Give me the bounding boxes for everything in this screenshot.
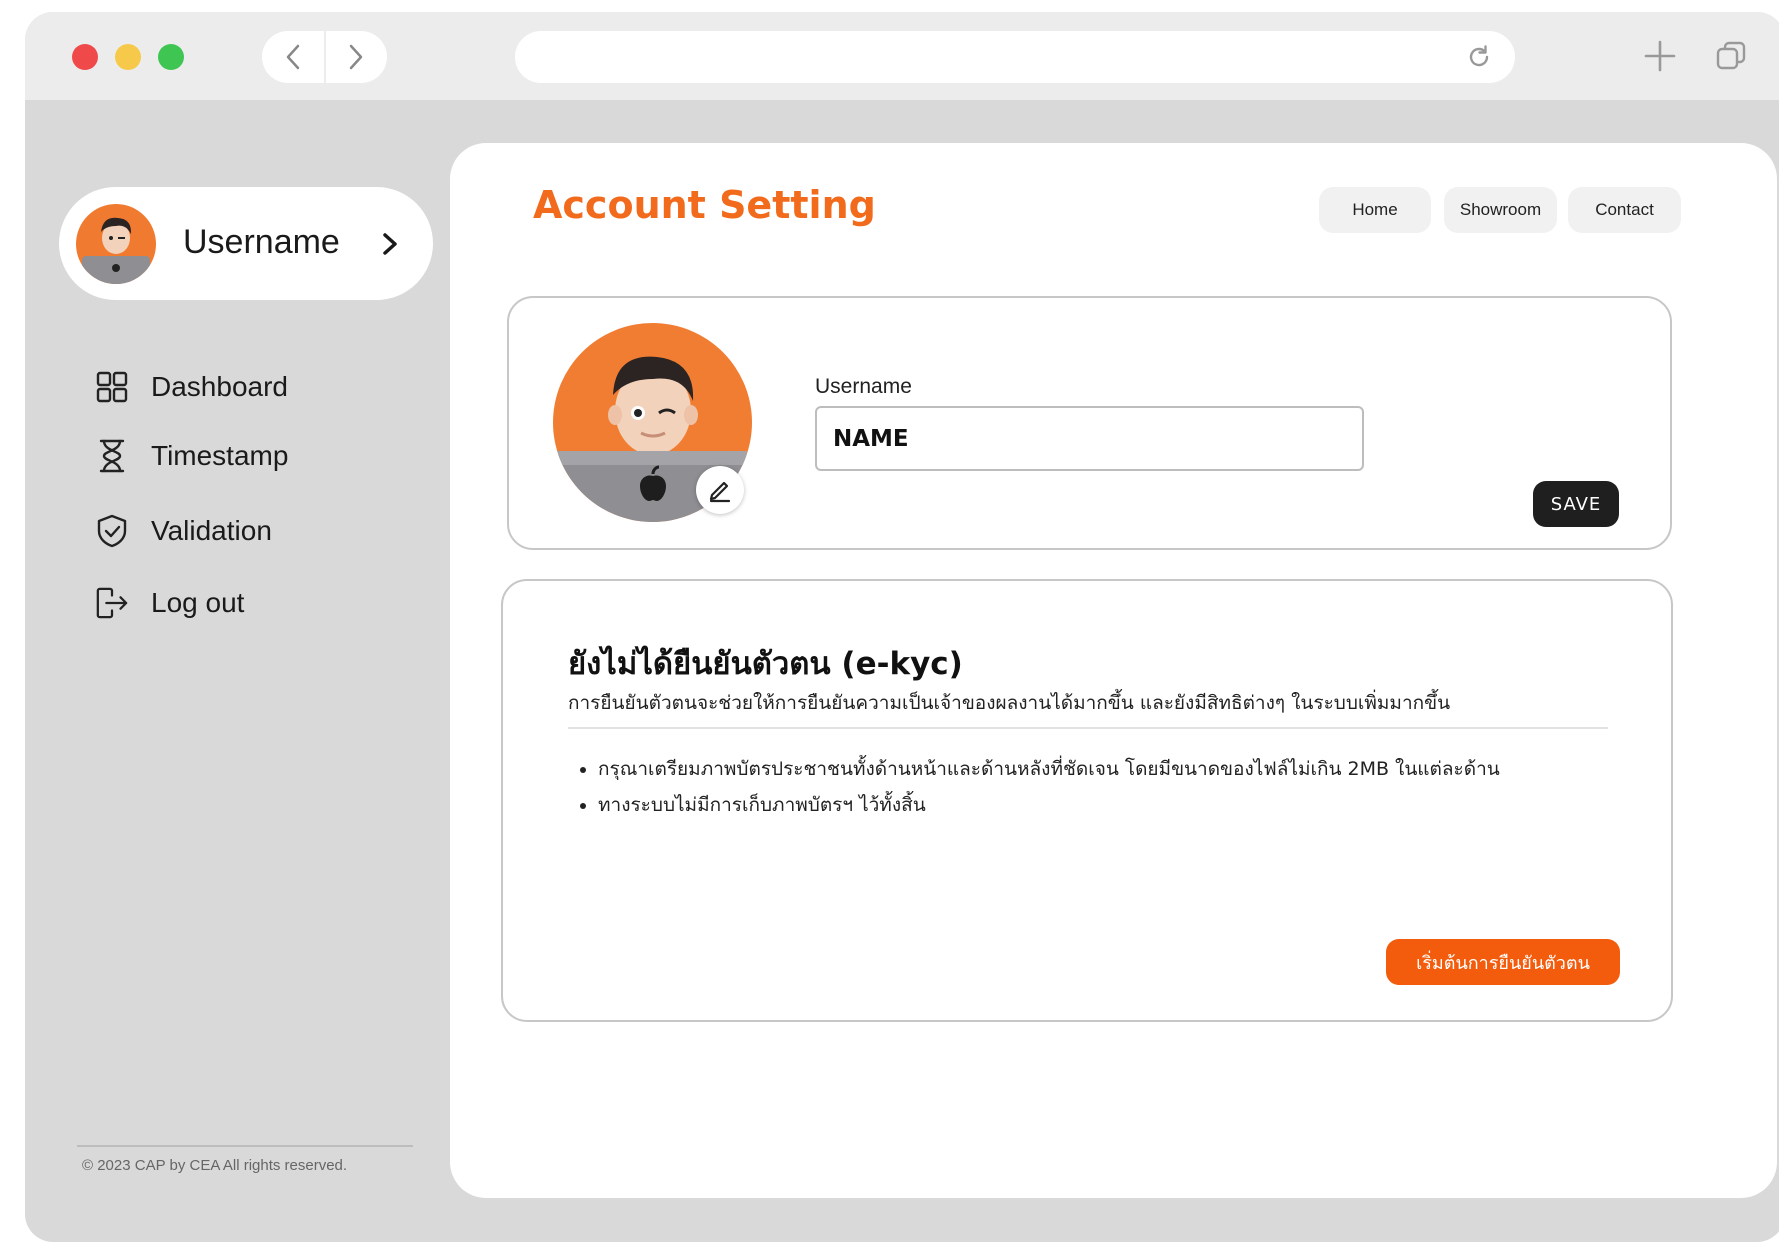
- nav-showroom[interactable]: Showroom: [1444, 187, 1557, 233]
- sidebar-item-label: Log out: [151, 587, 245, 618]
- chevron-right-icon[interactable]: [381, 231, 399, 257]
- nav-contact[interactable]: Contact: [1568, 187, 1681, 233]
- sidebar-item-label: Dashboard: [151, 371, 288, 402]
- forward-button[interactable]: [323, 31, 388, 83]
- close-window-button[interactable]: [72, 44, 98, 70]
- copyright-footer: © 2023 CAP by CEA All rights reserved.: [82, 1157, 348, 1174]
- avatar: [76, 204, 156, 284]
- minimize-window-button[interactable]: [115, 44, 141, 70]
- save-button[interactable]: SAVE: [1533, 481, 1619, 527]
- sidebar-item-timestamp[interactable]: Timestamp: [95, 434, 288, 478]
- sidebar-item-label: Timestamp: [151, 440, 289, 471]
- start-kyc-button[interactable]: เริ่มต้นการยืนยันตัวตน: [1386, 939, 1620, 985]
- avatar-memoji-icon: [82, 217, 150, 284]
- list-item: ทางระบบไม่มีการเก็บภาพบัตรฯ ไว้ทั้งสิ้น: [598, 787, 1500, 823]
- profile-name: Username: [183, 223, 340, 261]
- browser-window: Username Dashboard Timestamp Validation …: [25, 12, 1779, 1242]
- pencil-icon: [709, 481, 731, 503]
- hourglass-icon: [95, 439, 129, 473]
- new-tab-icon[interactable]: [1643, 39, 1677, 73]
- sidebar-item-dashboard[interactable]: Dashboard: [95, 365, 288, 409]
- kyc-divider: [568, 727, 1608, 729]
- chevron-right-icon: [350, 44, 363, 70]
- sidebar-item-validation[interactable]: Validation: [95, 509, 272, 553]
- edit-avatar-button[interactable]: [696, 466, 744, 514]
- history-nav: [262, 31, 387, 83]
- page-title: Account Setting: [533, 183, 876, 227]
- kyc-title: ยังไม่ได้ยืนยันตัวตน (e-kyc): [568, 646, 963, 682]
- sidebar-item-logout[interactable]: Log out: [95, 581, 244, 625]
- tabs-overview-icon[interactable]: [1715, 40, 1747, 72]
- shield-check-icon: [95, 514, 129, 548]
- grid-icon: [95, 370, 129, 404]
- maximize-window-button[interactable]: [158, 44, 184, 70]
- footer-divider: [77, 1145, 413, 1147]
- reload-icon[interactable]: [1465, 43, 1493, 71]
- list-item: กรุณาเตรียมภาพบัตรประชาชนทั้งด้านหน้าและ…: [598, 751, 1500, 787]
- chevron-left-icon: [286, 44, 299, 70]
- username-input[interactable]: [815, 406, 1364, 471]
- profile-pill[interactable]: Username: [59, 187, 433, 300]
- profile-card: Username SAVE: [507, 296, 1672, 550]
- logout-icon: [95, 586, 129, 620]
- browser-toolbar: [25, 12, 1779, 100]
- kyc-description: การยืนยันตัวตนจะช่วยให้การยืนยันความเป็น…: [568, 692, 1451, 714]
- nav-home[interactable]: Home: [1319, 187, 1431, 233]
- username-label: Username: [815, 375, 912, 398]
- address-bar[interactable]: [515, 31, 1515, 83]
- back-button[interactable]: [262, 31, 324, 83]
- sidebar-item-label: Validation: [151, 515, 272, 546]
- kyc-card: ยังไม่ได้ยืนยันตัวตน (e-kyc) การยืนยันตั…: [501, 579, 1673, 1022]
- main-panel: Account Setting Home Showroom Contact Us…: [450, 143, 1777, 1198]
- kyc-requirements-list: กรุณาเตรียมภาพบัตรประชาชนทั้งด้านหน้าและ…: [568, 751, 1500, 823]
